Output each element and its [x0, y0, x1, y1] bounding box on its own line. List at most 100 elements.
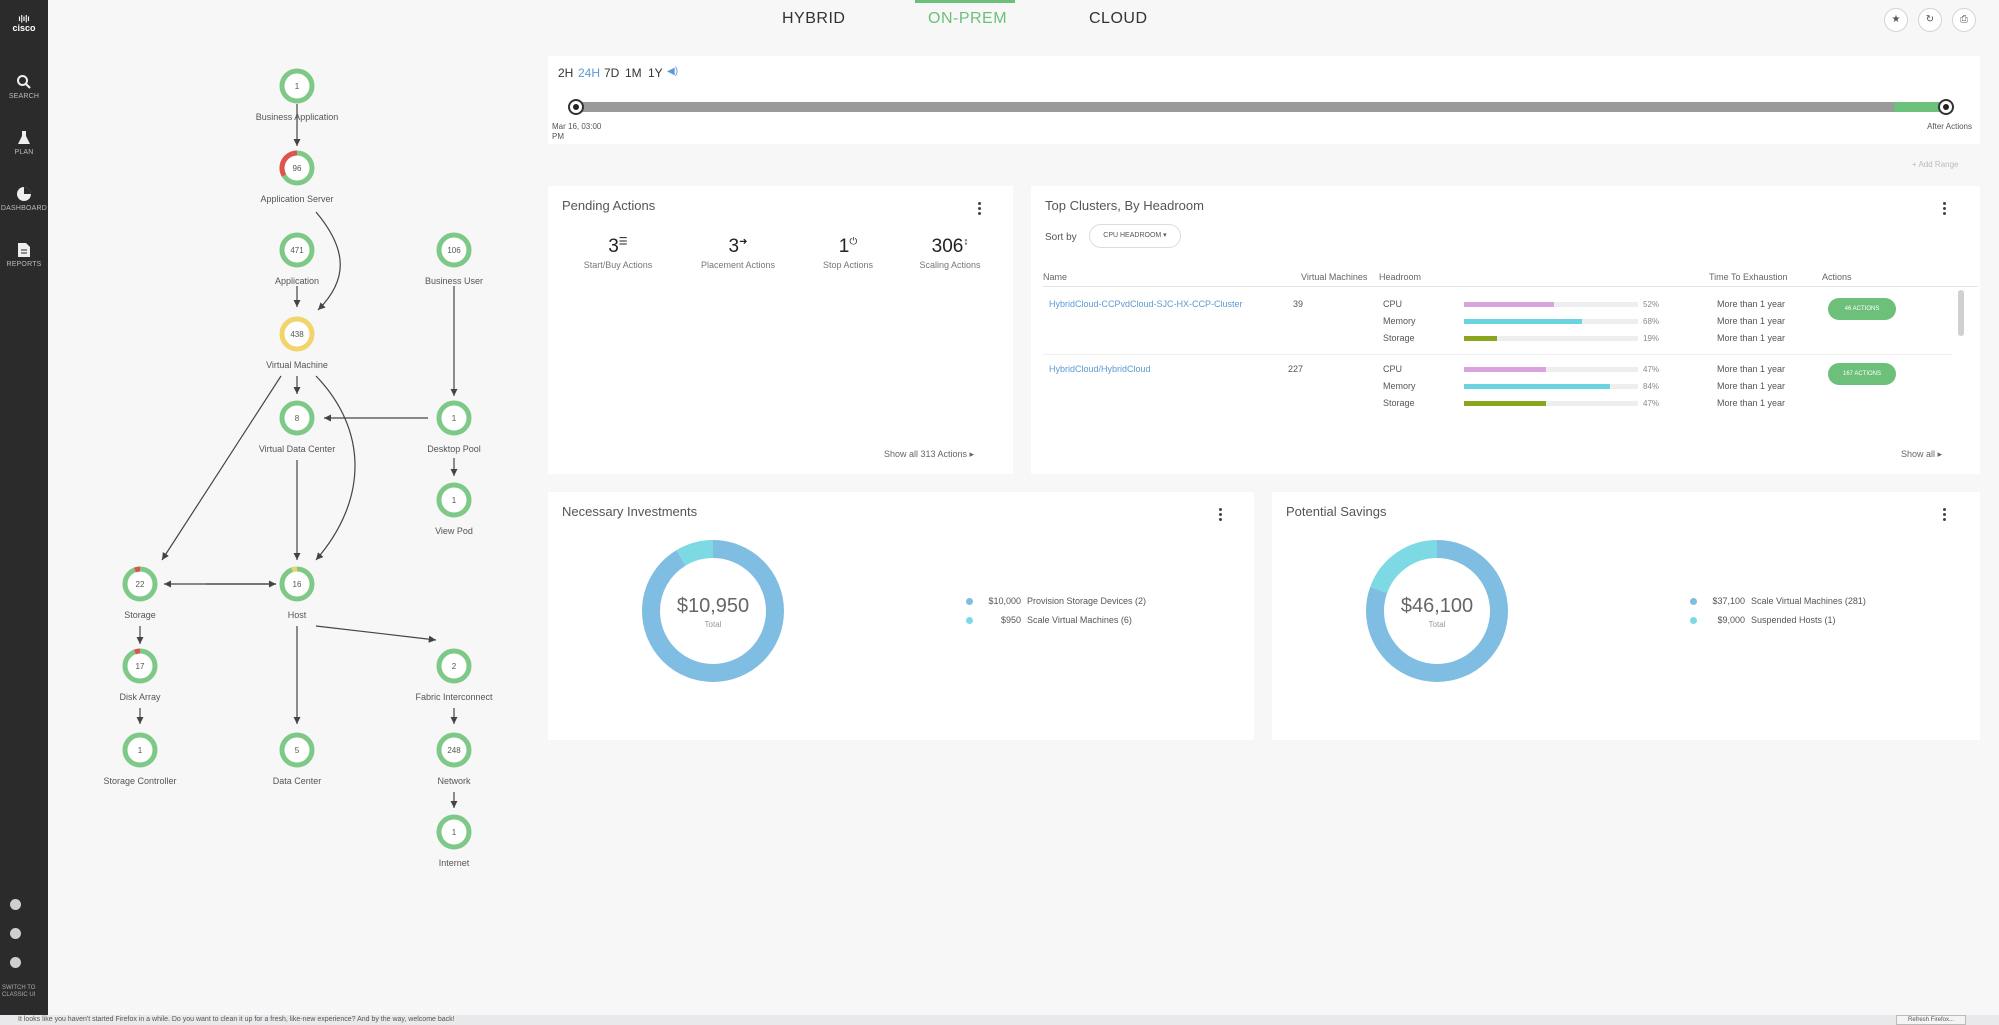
table-scrollbar[interactable] [1958, 290, 1964, 336]
bar-fill [1464, 401, 1546, 406]
timeline-track[interactable] [576, 102, 1946, 112]
time-option-24h[interactable]: 24H [578, 66, 600, 80]
placement-actions[interactable]: 3➜ Placement Actions [688, 236, 788, 270]
show-all-clusters-link[interactable]: Show all ▸ [1901, 449, 1942, 460]
sidebar-item-search[interactable]: SEARCH [0, 74, 48, 100]
savings-legend: $37,100 Scale Virtual Machines (281) $9,0… [1690, 596, 1866, 634]
topology-node-application-server[interactable]: 96 Application Server [260, 150, 334, 204]
timeline-start-label: Mar 16, 03:00 PM [552, 122, 602, 141]
more-options-icon[interactable] [978, 202, 982, 217]
cluster-link[interactable]: HybridCloud/HybridCloud [1049, 364, 1151, 374]
sort-dropdown[interactable]: CPU HEADROOM ▾ [1089, 224, 1181, 248]
time-option-7d[interactable]: 7D [604, 66, 619, 80]
topology-node-view-pod[interactable]: 1 View Pod [435, 482, 473, 536]
storage-headroom-bar [1464, 336, 1638, 341]
cluster-link[interactable]: HybridCloud-CCPvdCloud-SJC-HX-CCP-Cluste… [1049, 299, 1243, 309]
memory-headroom-bar [1464, 319, 1638, 324]
refresh-button[interactable]: ↻ [1918, 8, 1942, 32]
topology-node-desktop-pool[interactable]: 1 Desktop Pool [427, 400, 481, 454]
time-option-2h[interactable]: 2H [558, 66, 573, 80]
node-label: Application Server [260, 194, 333, 204]
sort-label: Sort by [1045, 232, 1077, 243]
notification-message: It looks like you haven't started Firefo… [18, 1016, 455, 1023]
logout-icon[interactable] [10, 957, 21, 968]
timeline-end-label: After Actions [1927, 122, 1972, 131]
topology-node-network[interactable]: 248 Network [436, 732, 472, 786]
savings-donut-chart[interactable]: $46,100 Total [1364, 538, 1510, 684]
refresh-firefox-button[interactable]: Refresh Firefox... [1896, 1015, 1966, 1025]
tab-cloud[interactable]: CLOUD [1089, 10, 1148, 28]
sidebar-item-plan[interactable]: PLAN [0, 130, 48, 156]
cluster-actions-button[interactable]: 167 ACTIONS [1828, 363, 1896, 385]
node-label: Application [275, 276, 319, 286]
cisco-bars-icon: ı|ı|ı [18, 14, 30, 23]
tab-hybrid[interactable]: HYBRID [782, 10, 845, 28]
resource-label: Memory [1383, 381, 1416, 391]
cluster-actions-button[interactable]: 46 ACTIONS [1828, 298, 1896, 320]
topology-node-host[interactable]: 16 Host [279, 566, 315, 620]
more-options-icon[interactable] [1943, 202, 1947, 217]
stop-actions[interactable]: 1⏻ Stop Actions [798, 236, 898, 270]
topology-node-fabric-interconnect[interactable]: 2 Fabric Interconnect [415, 648, 493, 702]
show-all-actions-link[interactable]: Show all 313 Actions ▸ [884, 449, 974, 460]
tab-on-prem[interactable]: ON-PREM [928, 10, 1007, 28]
donut-total: $46,100 [1401, 595, 1473, 617]
column-header-headroom[interactable]: Headroom [1379, 272, 1421, 282]
sidebar-item-dashboard[interactable]: DASHBOARD [0, 186, 48, 212]
timeline-panel: 2H 24H 7D 1M 1Y ◀) Mar 16, 03:00 PM Afte… [548, 56, 1980, 144]
topology-node-business-user[interactable]: 106 Business User [425, 232, 483, 286]
potential-savings-card: Potential Savings $46,100 Total $37,100 S… [1272, 492, 1980, 740]
node-risk-arc [291, 566, 298, 573]
legend-item[interactable]: $9,000 Suspended Hosts (1) [1690, 615, 1866, 625]
legend-swatch [966, 598, 973, 606]
resource-label: Memory [1383, 316, 1416, 326]
column-header-actions: Actions [1822, 272, 1852, 282]
topology-node-storage[interactable]: 22 Storage [122, 566, 158, 620]
timeline-end-handle[interactable] [1938, 99, 1954, 115]
topology-node-data-center[interactable]: 5 Data Center [273, 732, 322, 786]
investments-donut-chart[interactable]: $10,950 Total [640, 538, 786, 684]
topology-node-storage-controller[interactable]: 1 Storage Controller [103, 732, 177, 786]
cisco-logo[interactable]: ı|ı|ı cisco [0, 14, 48, 33]
node-label: Network [437, 776, 471, 786]
topology-node-business-application[interactable]: 1 Business Application [256, 68, 339, 122]
topology-node-disk-array[interactable]: 17 Disk Array [119, 648, 161, 702]
column-header-name[interactable]: Name [1043, 272, 1067, 282]
headroom-pct: 47% [1643, 365, 1660, 374]
legend-item[interactable]: $950 Scale Virtual Machines (6) [966, 615, 1146, 625]
more-options-icon[interactable] [1219, 508, 1223, 523]
help-icon[interactable] [10, 928, 21, 939]
more-options-icon[interactable] [1943, 508, 1947, 523]
legend-item[interactable]: $37,100 Scale Virtual Machines (281) [1690, 596, 1866, 606]
print-icon: ⎙ [1960, 14, 1968, 25]
time-option-1m[interactable]: 1M [625, 66, 642, 80]
node-count: 17 [136, 662, 145, 671]
topology-node-virtual-machine[interactable]: 438 Virtual Machine [266, 316, 328, 370]
logo-text: cisco [12, 23, 36, 33]
node-label: Storage Controller [103, 776, 176, 786]
add-range-link[interactable]: + Add Range [1912, 160, 1958, 169]
column-header-vms[interactable]: Virtual Machines [1301, 272, 1367, 282]
topology-node-virtual-data-center[interactable]: 8 Virtual Data Center [259, 400, 335, 454]
time-to-exhaustion: More than 1 year [1717, 299, 1786, 309]
star-button[interactable]: ★ [1884, 8, 1908, 32]
node-label: View Pod [435, 526, 473, 536]
start-buy-actions[interactable]: 3☰ Start/Buy Actions [568, 236, 668, 270]
timeline-start-handle[interactable] [568, 99, 584, 115]
topology-node-internet[interactable]: 1 Internet [436, 814, 472, 868]
sidebar-item-reports[interactable]: REPORTS [0, 242, 48, 268]
settings-icon[interactable] [10, 899, 21, 910]
scaling-actions[interactable]: 306↕ Scaling Actions [900, 236, 1000, 270]
topology-node-application[interactable]: 471 Application [275, 232, 319, 286]
sidebar-item-label: PLAN [14, 149, 34, 156]
bar-fill [1464, 384, 1611, 389]
node-count: 1 [452, 496, 457, 505]
switch-classic-ui-link[interactable]: SWITCH TO CLASSIC UI [2, 985, 48, 999]
speaker-icon[interactable]: ◀) [667, 66, 678, 77]
print-button[interactable]: ⎙ [1952, 8, 1976, 32]
legend-item[interactable]: $10,000 Provision Storage Devices (2) [966, 596, 1146, 606]
arrow-right-icon: ➜ [739, 236, 748, 248]
time-option-1y[interactable]: 1Y [648, 66, 663, 80]
cpu-headroom-bar [1464, 367, 1638, 372]
column-header-tte[interactable]: Time To Exhaustion [1709, 272, 1788, 282]
